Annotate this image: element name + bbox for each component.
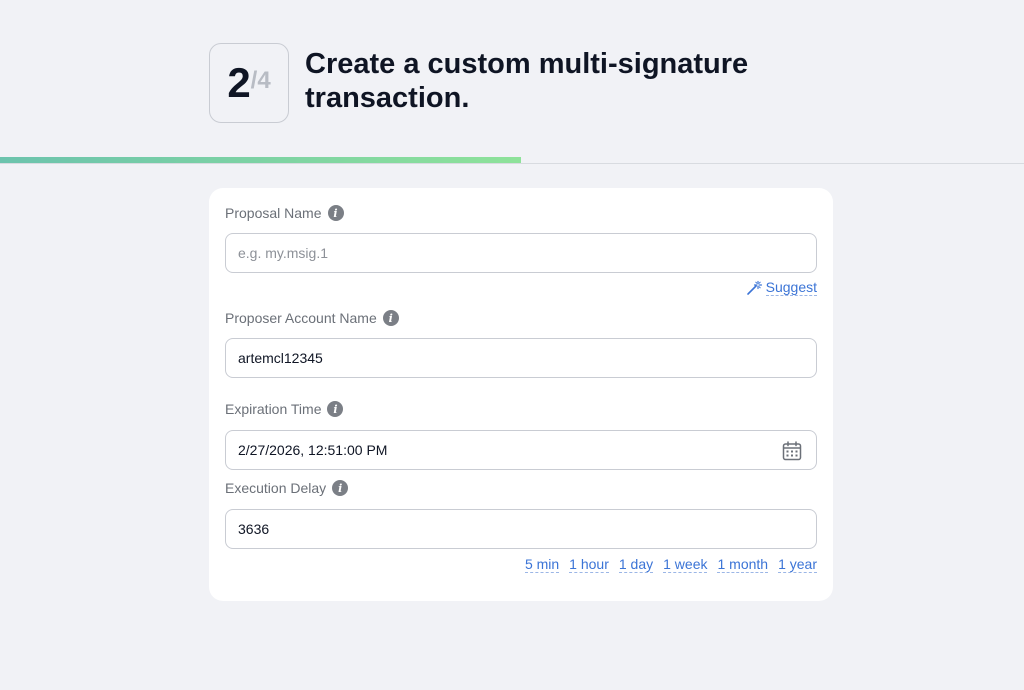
- progress-bar: [0, 157, 521, 163]
- step-counter: 2 /4: [209, 43, 289, 123]
- preset-1-day[interactable]: 1 day: [618, 556, 654, 573]
- execution-delay-input[interactable]: [238, 521, 804, 537]
- info-icon[interactable]: i: [327, 205, 344, 221]
- step-header: 2 /4 Create a custom multi-signature tra…: [209, 43, 785, 123]
- step-total: /4: [250, 67, 271, 94]
- execution-delay-field: Execution Delay i 5 min 1 hour 1 day 1 w…: [225, 479, 817, 573]
- preset-1-week[interactable]: 1 week: [663, 556, 708, 573]
- execution-delay-label: Execution Delay: [225, 480, 327, 496]
- expiration-time-field: Expiration Time i: [225, 400, 817, 470]
- preset-1-year[interactable]: 1 year: [778, 556, 817, 573]
- expiration-time-input-wrapper: [225, 430, 817, 470]
- info-icon[interactable]: i: [382, 310, 399, 326]
- preset-1-hour[interactable]: 1 hour: [569, 556, 609, 573]
- proposal-name-field: Proposal Name i Suggest: [225, 204, 817, 296]
- proposer-account-input[interactable]: [238, 350, 804, 366]
- proposer-account-field: Proposer Account Name i: [225, 309, 817, 378]
- page-title: Create a custom multi-signature transact…: [305, 48, 749, 114]
- info-icon[interactable]: i: [327, 401, 344, 417]
- delay-presets: 5 min 1 hour 1 day 1 week 1 month 1 year: [225, 556, 817, 573]
- proposal-name-input-wrapper: [225, 233, 817, 273]
- step-current: 2: [227, 59, 251, 106]
- execution-delay-input-wrapper: [225, 509, 817, 549]
- suggest-button[interactable]: Suggest: [746, 279, 817, 296]
- form-card: Proposal Name i Suggest: [209, 188, 833, 601]
- proposal-name-label: Proposal Name: [225, 205, 322, 221]
- info-icon[interactable]: i: [332, 480, 349, 496]
- preset-1-month[interactable]: 1 month: [717, 556, 769, 573]
- proposer-account-label: Proposer Account Name: [225, 310, 377, 326]
- suggest-label: Suggest: [765, 279, 817, 296]
- calendar-icon[interactable]: [782, 441, 802, 461]
- expiration-time-input[interactable]: [238, 442, 804, 458]
- proposal-name-input[interactable]: [238, 245, 804, 261]
- magic-wand-icon: [746, 280, 762, 295]
- proposer-account-input-wrapper: [225, 338, 817, 378]
- expiration-time-label: Expiration Time: [225, 401, 322, 417]
- progress-track: [0, 163, 1024, 164]
- preset-5-min[interactable]: 5 min: [524, 556, 560, 573]
